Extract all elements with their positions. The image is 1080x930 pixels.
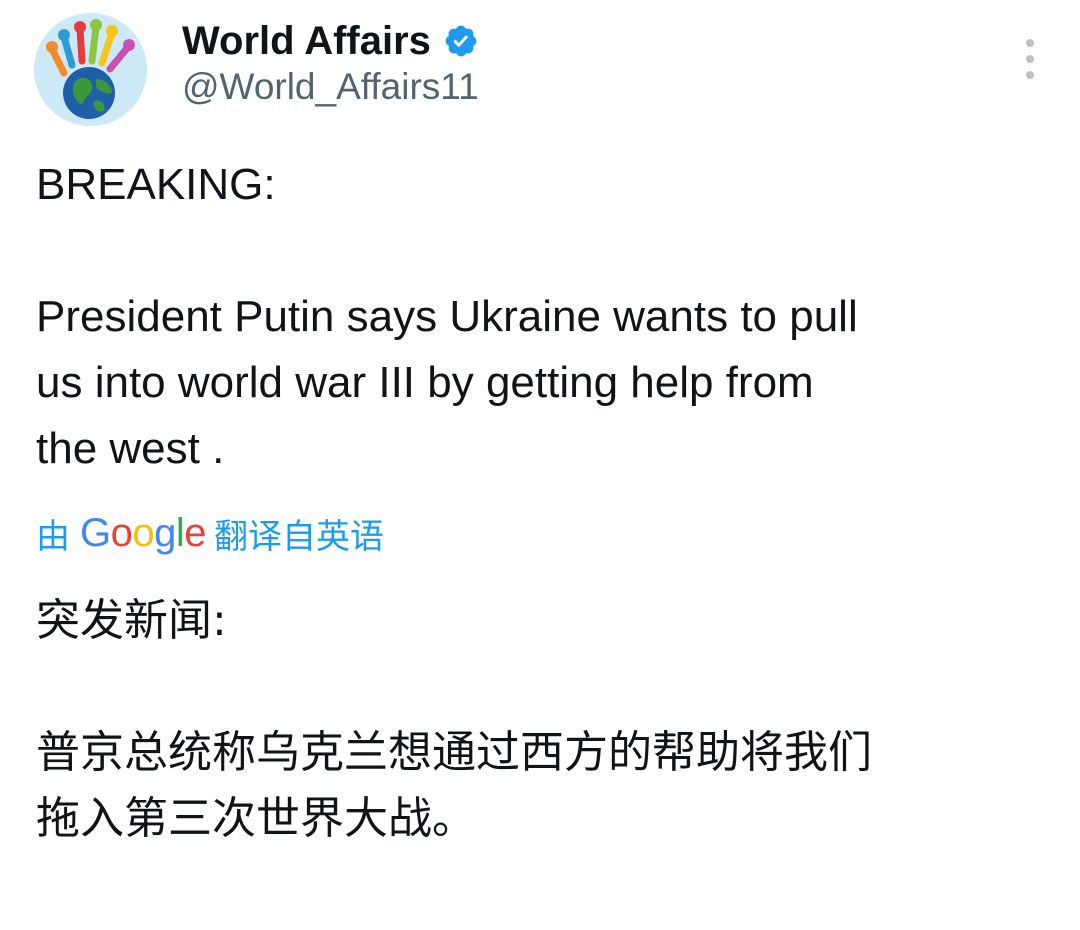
author-block: World Affairs @World_Affairs11: [182, 19, 479, 109]
translation-attribution[interactable]: 由 Google 翻译自英语: [36, 508, 384, 558]
translated-line: 突发新闻:: [36, 595, 227, 646]
dot: [1026, 71, 1034, 79]
translated-line: 普京总统称乌克兰想通过西方的帮助将我们: [36, 727, 872, 778]
more-options-icon[interactable]: [1022, 39, 1038, 79]
dot: [1026, 55, 1034, 63]
tweet-line: us into world war III by getting help fr…: [36, 358, 814, 407]
name-row: World Affairs: [182, 19, 479, 63]
tweet-header: World Affairs @World_Affairs11: [34, 13, 1054, 133]
verified-badge-icon: [445, 25, 477, 57]
globe-hands-icon: [34, 13, 147, 126]
display-name[interactable]: World Affairs: [182, 19, 431, 63]
translated-text: 突发新闻: 普京总统称乌克兰想通过西方的帮助将我们 拖入第三次世界大战。: [36, 588, 1056, 852]
translation-suffix: 翻译自英语: [214, 517, 385, 556]
google-logo: Google: [80, 510, 207, 555]
tweet-line: BREAKING:: [36, 160, 276, 209]
tweet-line: President Putin says Ukraine wants to pu…: [36, 292, 858, 341]
tweet-line: the west .: [36, 424, 225, 473]
translation-prefix: 由: [36, 517, 70, 556]
avatar[interactable]: [34, 13, 147, 126]
author-handle[interactable]: @World_Affairs11: [182, 65, 479, 109]
tweet-text: BREAKING: President Putin says Ukraine w…: [36, 152, 1056, 482]
translated-line: 拖入第三次世界大战。: [36, 793, 476, 844]
dot: [1026, 39, 1034, 47]
